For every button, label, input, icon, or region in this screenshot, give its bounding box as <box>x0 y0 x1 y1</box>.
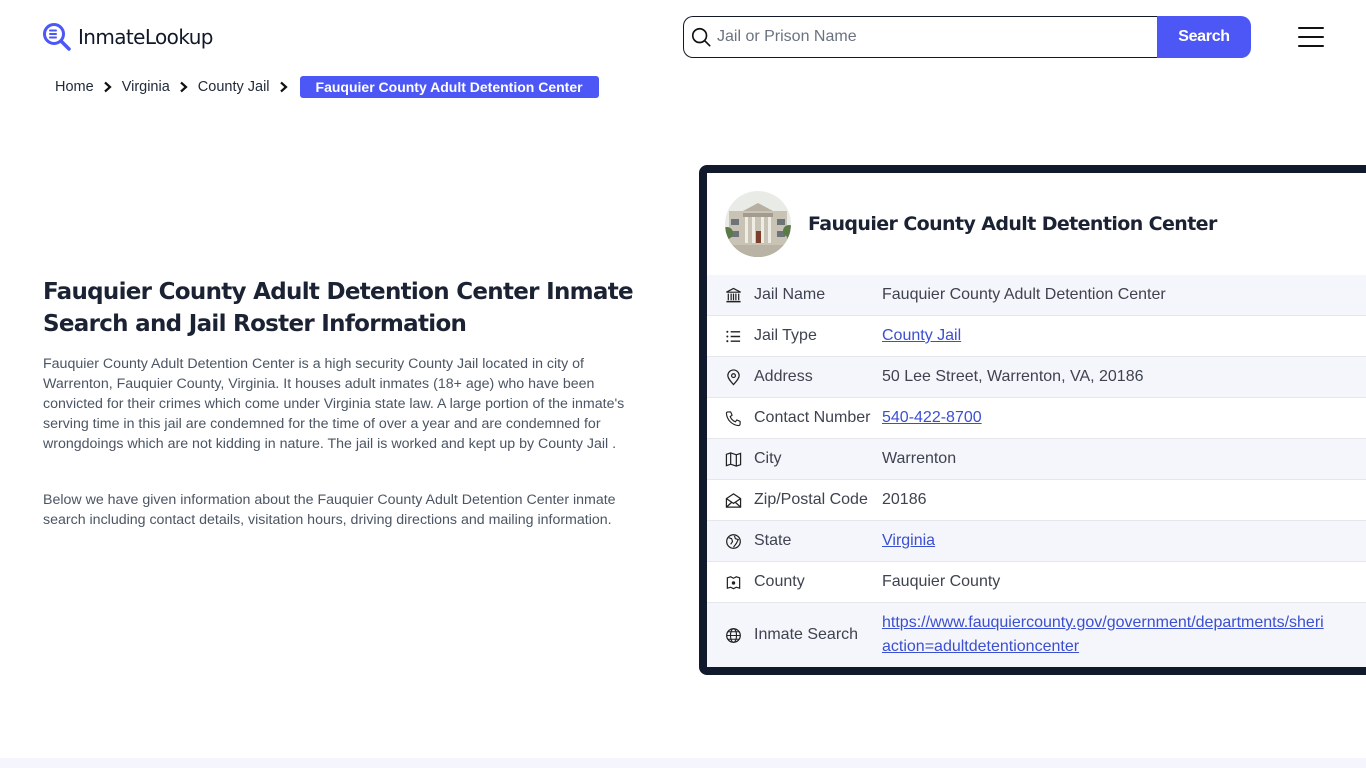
menu-bar-icon <box>1298 45 1324 47</box>
row-label: Jail Type <box>754 327 817 344</box>
inmate-search-link-line1: https://www.fauquiercounty.gov/governmen… <box>882 614 1324 631</box>
hamburger-menu-button[interactable] <box>1297 26 1325 48</box>
card-header: Fauquier County Adult Detention Center <box>707 173 1366 275</box>
row-value: Warrenton <box>882 450 957 467</box>
row-value: 540-422-8700 <box>882 409 982 427</box>
map-icon <box>724 450 742 468</box>
inmate-search-link[interactable]: https://www.fauquiercounty.gov/governmen… <box>882 611 1324 659</box>
intro-paragraph: Fauquier County Adult Detention Center i… <box>43 356 625 452</box>
breadcrumb-virginia[interactable]: Virginia <box>122 79 170 95</box>
info-row-state: State Virginia <box>707 521 1366 562</box>
info-paragraph: Below we have given information about th… <box>43 492 616 528</box>
row-label: County <box>754 573 805 590</box>
info-row-city: City Warrenton <box>707 439 1366 480</box>
logo-text: InmateLookup <box>78 25 213 49</box>
phone-icon <box>724 409 742 427</box>
menu-bar-icon <box>1298 36 1324 38</box>
chevron-right-icon <box>176 79 192 95</box>
row-label: Jail Name <box>754 286 826 303</box>
row-label: Zip/Postal Code <box>754 491 868 508</box>
info-row-jail-type: Jail Type County Jail <box>707 316 1366 357</box>
row-label: Address <box>754 368 813 385</box>
breadcrumb-home[interactable]: Home <box>55 79 94 95</box>
row-value: https://www.fauquiercounty.gov/governmen… <box>882 611 1324 659</box>
info-row-address: Address 50 Lee Street, Warrenton, VA, 20… <box>707 357 1366 398</box>
globe-region-icon <box>724 532 742 550</box>
search-input[interactable] <box>712 17 1157 57</box>
info-row-zip: Zip/Postal Code 20186 <box>707 480 1366 521</box>
breadcrumb-county-jail[interactable]: County Jail <box>198 79 270 95</box>
magnifier-logo-icon <box>43 23 71 51</box>
bank-icon <box>724 286 742 304</box>
menu-bar-icon <box>1298 27 1324 29</box>
row-label: Contact Number <box>754 409 871 426</box>
chevron-right-icon <box>100 79 116 95</box>
footer-band <box>0 758 1366 768</box>
row-value: Virginia <box>882 532 935 550</box>
search-icon <box>691 27 711 47</box>
map-pin-icon <box>724 368 742 386</box>
chevron-right-icon <box>276 79 292 95</box>
row-label: City <box>754 450 782 467</box>
breadcrumb-current: Fauquier County Adult Detention Center <box>299 76 599 98</box>
info-row-county: County Fauquier County <box>707 562 1366 603</box>
search-button[interactable]: Search <box>1157 16 1251 58</box>
search-box <box>683 16 1157 58</box>
search-bar: Search <box>683 16 1251 58</box>
inmate-search-link-line2: action=adultdetentioncenter <box>882 638 1080 655</box>
row-label: Inmate Search <box>754 626 859 643</box>
row-value: Fauquier County <box>882 573 1001 590</box>
row-label: State <box>754 532 792 549</box>
info-row-inmate-search: Inmate Search https://www.fauquiercounty… <box>707 603 1366 667</box>
jail-type-link[interactable]: County Jail <box>882 327 961 344</box>
row-value: 50 Lee Street, Warrenton, VA, 20186 <box>882 368 1144 385</box>
site-logo[interactable]: InmateLookup <box>42 22 213 52</box>
page-title: Fauquier County Adult Detention Center I… <box>43 279 634 337</box>
list-icon <box>724 327 742 345</box>
state-link[interactable]: Virginia <box>882 532 935 549</box>
row-value: Fauquier County Adult Detention Center <box>882 286 1166 303</box>
card-title: Fauquier County Adult Detention Center <box>808 213 1217 235</box>
info-row-jail-name: Jail Name Fauquier County Adult Detentio… <box>707 275 1366 316</box>
jail-info-card: Fauquier County Adult Detention Center J… <box>699 165 1366 675</box>
phone-link[interactable]: 540-422-8700 <box>882 409 982 426</box>
breadcrumb: Home Virginia County Jail Fauquier Count… <box>55 76 599 98</box>
mail-open-icon <box>724 491 742 509</box>
jail-photo <box>725 191 791 257</box>
globe-icon <box>724 626 742 644</box>
info-row-contact-number: Contact Number 540-422-8700 <box>707 398 1366 439</box>
info-table: Jail Name Fauquier County Adult Detentio… <box>707 275 1366 667</box>
row-value: 20186 <box>882 491 927 508</box>
row-value: County Jail <box>882 327 961 345</box>
county-map-icon <box>724 573 742 591</box>
